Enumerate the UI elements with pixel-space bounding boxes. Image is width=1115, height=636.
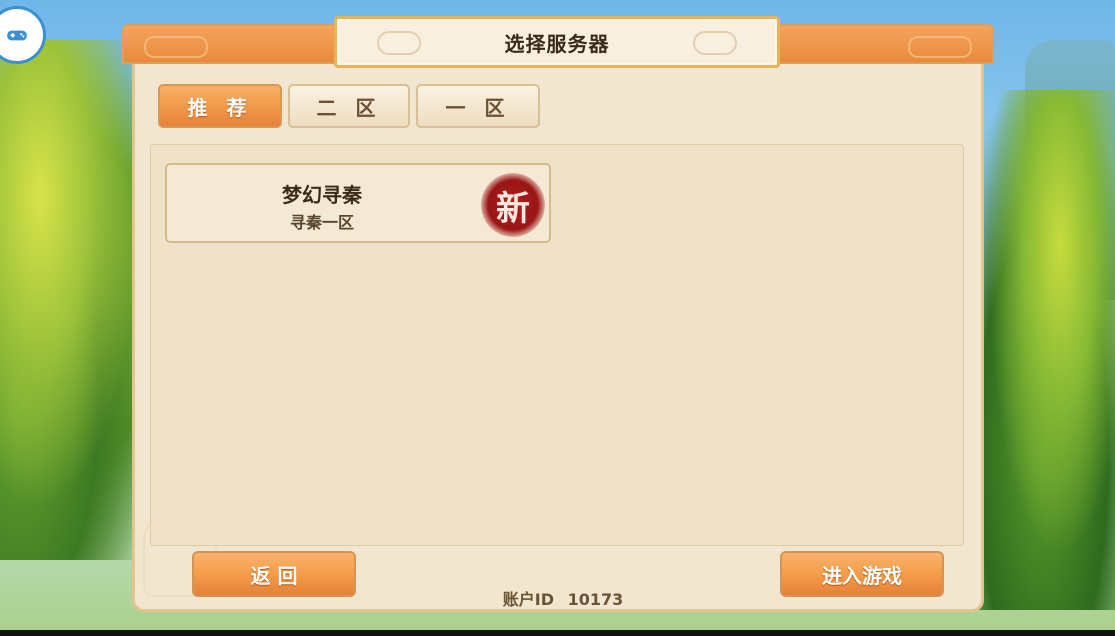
server-card[interactable]: 梦幻寻秦 寻秦一区 新 [165, 163, 551, 243]
back-button[interactable]: 返 回 [192, 551, 356, 597]
cloud-ornament-right [693, 31, 737, 55]
tab-zone-1[interactable]: 一 区 [416, 84, 540, 128]
bottom-edge [0, 630, 1115, 636]
page-title: 选择服务器 [504, 31, 610, 56]
header-ornament-right [908, 36, 972, 58]
new-badge-icon: 新 [481, 173, 545, 237]
server-list: 梦幻寻秦 寻秦一区 新 [150, 144, 964, 546]
enter-game-button-label: 进入游戏 [822, 563, 902, 588]
account-id: 账户ID 10173 [498, 586, 628, 610]
title-plate: 选择服务器 [334, 16, 780, 68]
tab-zone-2[interactable]: 二 区 [288, 84, 410, 128]
server-select-panel: 选择服务器 推 荐 二 区 一 区 梦幻寻秦 寻秦一区 新 返 回 账户ID 1… [122, 16, 994, 614]
tab-label: 推 荐 [187, 95, 253, 120]
server-name: 梦幻寻秦 [282, 183, 362, 207]
account-id-value: 10173 [567, 590, 624, 609]
background-tree-right [975, 90, 1115, 610]
account-id-label: 账户ID [502, 590, 554, 609]
cloud-ornament-left [377, 31, 421, 55]
enter-game-button[interactable]: 进入游戏 [780, 551, 944, 597]
back-button-label: 返 回 [250, 563, 298, 588]
new-badge-label: 新 [496, 188, 530, 229]
gamepad-icon-glyph [7, 30, 27, 41]
header-ornament-left [144, 36, 208, 58]
tab-label: 一 区 [445, 95, 511, 120]
tab-recommended[interactable]: 推 荐 [158, 84, 282, 128]
server-zone: 寻秦一区 [289, 213, 354, 232]
tab-label: 二 区 [316, 95, 382, 120]
